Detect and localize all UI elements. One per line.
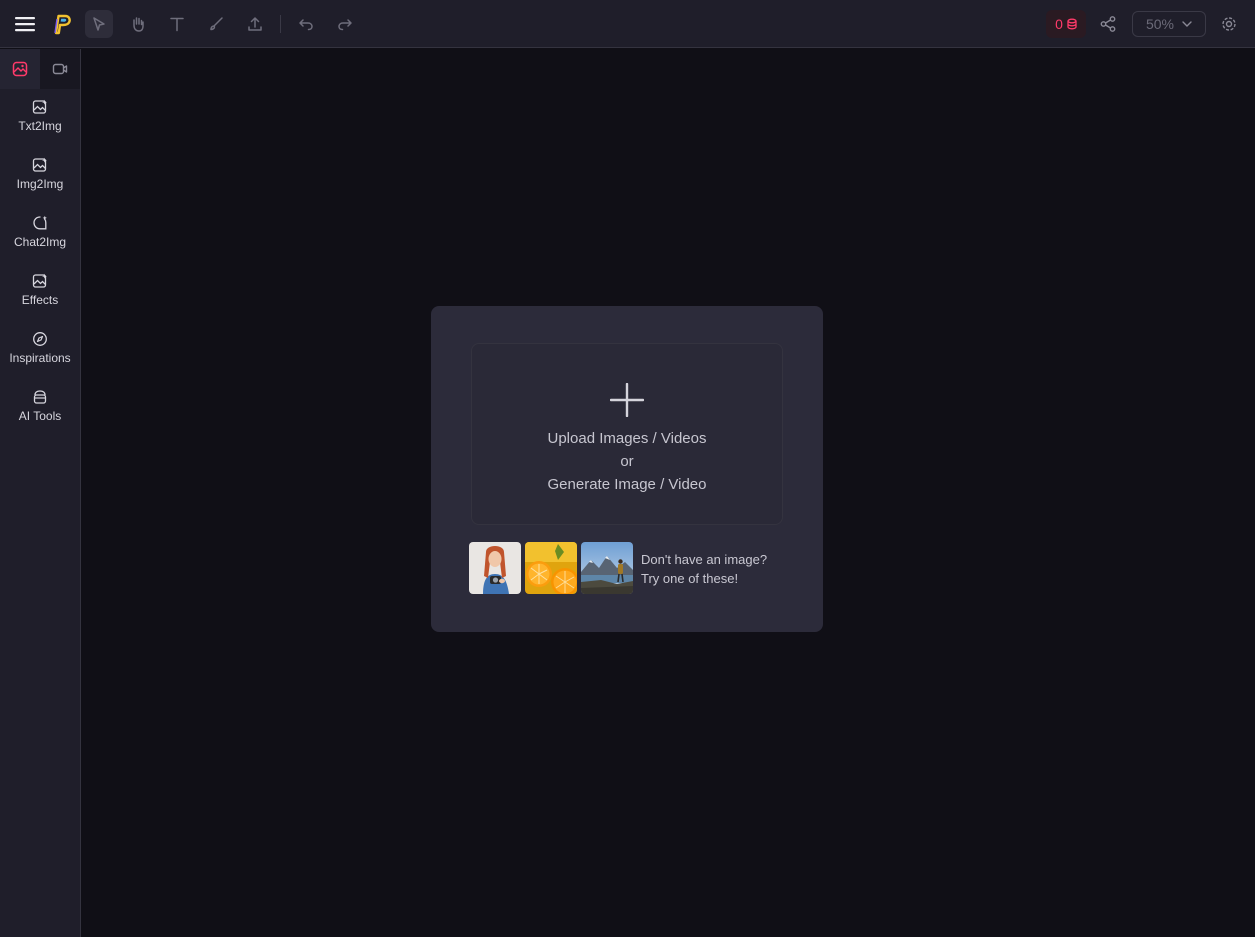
sidebar-item-chat2img[interactable]: Chat2Img xyxy=(0,215,80,265)
brush-icon xyxy=(210,17,223,31)
sidebar-item-label: Txt2Img xyxy=(18,119,62,133)
coin-icon xyxy=(1067,18,1077,30)
sample-thumb-mountain-lake-hiker[interactable] xyxy=(581,542,633,594)
share-button[interactable] xyxy=(1097,13,1119,35)
zoom-value: 50% xyxy=(1145,16,1175,32)
sidebar-item-ai-tools[interactable]: AI Tools xyxy=(0,389,80,439)
image-icon xyxy=(12,61,28,77)
credits-badge[interactable]: 0 xyxy=(1046,10,1086,38)
video-icon xyxy=(52,63,68,75)
sidebar-item-txt2img[interactable]: Txt2Img xyxy=(0,99,80,149)
hamburger-icon[interactable] xyxy=(14,14,36,34)
top-toolbar: 0 50% xyxy=(0,0,1255,48)
select-tool[interactable] xyxy=(85,10,113,38)
redo-button[interactable] xyxy=(331,10,359,38)
mode-tabs xyxy=(0,49,80,89)
upload-tool[interactable] xyxy=(241,10,269,38)
upload-line-3: Generate Image / Video xyxy=(547,476,707,493)
sidebar-item-img2img[interactable]: Img2Img xyxy=(0,157,80,207)
chevron-down-icon xyxy=(1182,21,1192,27)
left-sidebar: Txt2Img Img2Img Chat2Img Effects Inspira… xyxy=(0,49,81,937)
sample-text-line-1: Don't have an image? xyxy=(641,552,768,567)
sidebar-item-inspirations[interactable]: Inspirations xyxy=(0,331,80,381)
undo-icon xyxy=(299,19,313,31)
share-icon xyxy=(1100,16,1116,32)
image-sparkle-icon xyxy=(32,99,47,114)
hand-tool[interactable] xyxy=(124,10,152,38)
text-tool[interactable] xyxy=(163,10,191,38)
text-icon xyxy=(170,17,184,32)
redo-icon xyxy=(338,19,352,31)
upload-instructions: Upload Images / Videos or Generate Image… xyxy=(548,427,707,496)
toolbar-divider xyxy=(280,15,281,33)
sample-thumb-woman-with-camera[interactable] xyxy=(469,542,521,594)
sidebar-item-label: Effects xyxy=(21,293,59,307)
cursor-icon xyxy=(93,17,105,31)
tab-video-mode[interactable] xyxy=(40,49,80,89)
compass-icon xyxy=(33,332,47,346)
credits-count: 0 xyxy=(1055,16,1063,32)
chat-icon xyxy=(33,215,47,230)
p-logo-icon[interactable] xyxy=(50,12,74,36)
sample-thumb-orange-slices[interactable] xyxy=(525,542,577,594)
upload-card: Upload Images / Videos or Generate Image… xyxy=(431,306,823,632)
sample-images xyxy=(469,542,633,594)
sidebar-item-label: AI Tools xyxy=(18,409,62,423)
sample-text-line-2: Try one of these! xyxy=(641,571,739,586)
brush-tool[interactable] xyxy=(202,10,230,38)
image-sparkle-icon xyxy=(32,157,47,172)
toolbox-icon xyxy=(33,390,47,404)
upload-icon xyxy=(248,17,262,31)
hand-icon xyxy=(133,17,144,32)
zoom-select[interactable]: 50% xyxy=(1132,11,1206,37)
sample-prompt: Don't have an image? Try one of these! xyxy=(641,550,767,588)
upload-dropzone[interactable]: Upload Images / Videos or Generate Image… xyxy=(471,343,783,525)
undo-button[interactable] xyxy=(292,10,320,38)
image-sparkle-icon xyxy=(32,273,47,288)
tab-image-mode[interactable] xyxy=(0,49,40,89)
upload-line-2: or xyxy=(620,453,634,470)
plus-icon xyxy=(610,383,644,417)
settings-icon xyxy=(1222,17,1236,31)
sidebar-item-label: Chat2Img xyxy=(13,235,67,249)
upload-line-1: Upload Images / Videos xyxy=(547,430,707,447)
sidebar-item-label: Inspirations xyxy=(9,351,71,365)
sidebar-item-label: Img2Img xyxy=(16,177,64,191)
sidebar-item-effects[interactable]: Effects xyxy=(0,273,80,323)
settings-button[interactable] xyxy=(1218,13,1240,35)
